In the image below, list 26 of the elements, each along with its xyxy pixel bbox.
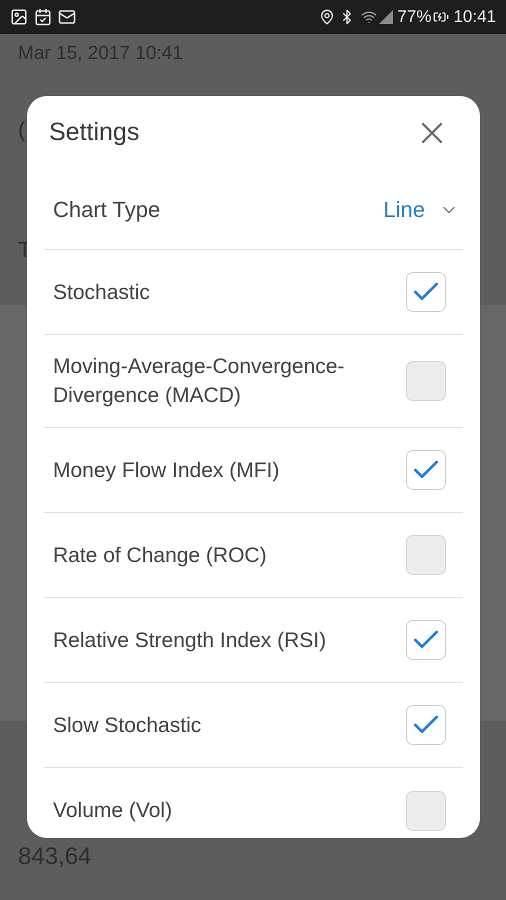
- checkbox[interactable]: [406, 790, 446, 830]
- dialog-title: Settings: [49, 117, 140, 148]
- checkbox[interactable]: [406, 272, 446, 312]
- option-label: Rate of Change (ROC): [53, 542, 268, 568]
- option-label: Money Flow Index (MFI): [53, 458, 280, 484]
- location-icon: [319, 9, 336, 25]
- signal-icon: [379, 10, 394, 24]
- checkbox[interactable]: [406, 361, 446, 401]
- chart-type-label: Chart Type: [53, 196, 162, 224]
- calendar-icon: [34, 8, 52, 26]
- background-text: (: [18, 119, 26, 141]
- checkbox[interactable]: [406, 705, 446, 745]
- checkbox[interactable]: [406, 535, 446, 575]
- wifi-icon: [361, 9, 378, 25]
- option-label: Relative Strength Index (RSI): [53, 628, 328, 654]
- clock: 10:41: [453, 6, 496, 28]
- image-icon: [10, 8, 28, 26]
- option-label: Volume (Vol): [53, 798, 174, 824]
- checkbox[interactable]: [406, 450, 446, 490]
- option-label: Slow Stochastic: [53, 712, 202, 738]
- battery-percent: 77%: [397, 6, 432, 28]
- chart-type-dropdown[interactable]: Line: [383, 193, 459, 226]
- option-label: Stochastic: [53, 280, 151, 306]
- mail-icon: [58, 8, 76, 26]
- option-label: Moving-Average-Convergence-Divergence (MACD): [53, 354, 346, 409]
- checkbox[interactable]: [406, 620, 446, 660]
